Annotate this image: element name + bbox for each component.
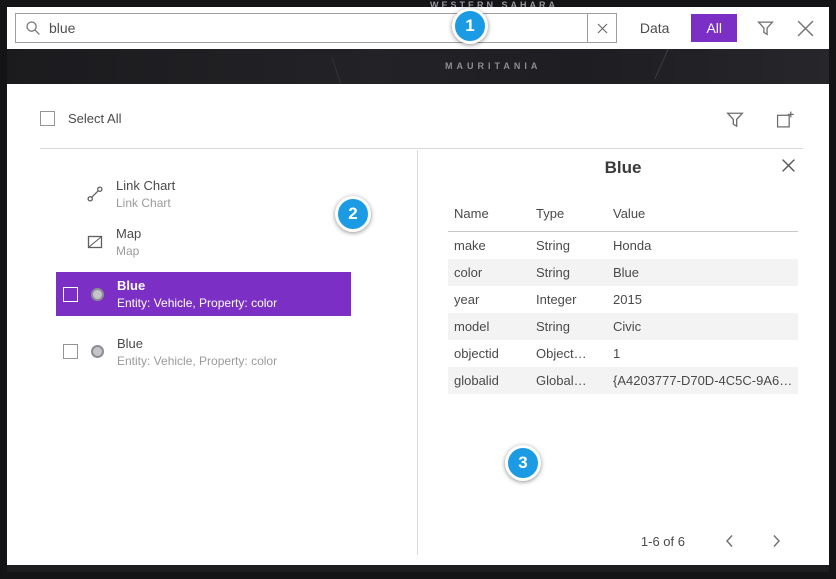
- search-icon: [25, 20, 41, 36]
- table-row: objectid Object… 1: [448, 340, 798, 367]
- map-background: [7, 49, 829, 84]
- close-search-button[interactable]: [794, 17, 817, 40]
- clear-icon: [597, 23, 608, 34]
- results-filter-button[interactable]: [724, 109, 746, 131]
- map-borderline: [654, 49, 729, 84]
- cell-name: globalid: [448, 367, 530, 394]
- select-all-control: Select All: [40, 111, 121, 126]
- select-all-checkbox[interactable]: [40, 111, 55, 126]
- filter-icon: [757, 20, 774, 37]
- search-box: [15, 13, 617, 43]
- list-item-texts: Map Map: [116, 226, 141, 258]
- table-row: model String Civic: [448, 313, 798, 340]
- detail-title: Blue: [448, 158, 798, 178]
- annotation-badge-1: 1: [452, 8, 488, 44]
- list-item-subtitle: Map: [116, 244, 141, 258]
- next-page-button[interactable]: [765, 531, 787, 551]
- filter-button[interactable]: [755, 18, 776, 39]
- list-item-texts: Blue Entity: Vehicle, Property: color: [117, 278, 277, 310]
- cell-type: Object…: [530, 340, 607, 367]
- clear-search-button[interactable]: [587, 14, 616, 42]
- cell-type: Integer: [530, 286, 607, 313]
- list-item-title: Map: [116, 226, 141, 242]
- cell-value: 2015: [607, 286, 798, 313]
- list-item-subtitle: Link Chart: [116, 196, 175, 210]
- panel-actions: [724, 108, 797, 131]
- search-input[interactable]: [49, 20, 587, 36]
- add-selection-button[interactable]: [774, 108, 797, 131]
- all-toggle-button[interactable]: All: [691, 14, 737, 42]
- search-toolbar: Data All: [7, 7, 829, 49]
- list-item-texts: Link Chart Link Chart: [116, 178, 175, 210]
- list-item-blue-selected[interactable]: Blue Entity: Vehicle, Property: color: [56, 272, 351, 316]
- table-row: color String Blue: [448, 259, 798, 286]
- item-checkbox[interactable]: [63, 287, 78, 302]
- table-row: make String Honda: [448, 232, 798, 260]
- list-item-subtitle: Entity: Vehicle, Property: color: [117, 296, 277, 310]
- table-row: year Integer 2015: [448, 286, 798, 313]
- select-all-label: Select All: [68, 111, 121, 126]
- search-results-panel: Select All: [7, 84, 829, 565]
- cell-value: Blue: [607, 259, 798, 286]
- list-item-link-chart[interactable]: Link Chart Link Chart: [56, 170, 351, 218]
- list-item-title: Link Chart: [116, 178, 175, 194]
- detail-panel: Blue Name Type Value make String Honda: [448, 158, 798, 394]
- cell-name: year: [448, 286, 530, 313]
- entity-circle-icon: [91, 345, 104, 358]
- properties-table: Name Type Value make String Honda color …: [448, 200, 798, 394]
- map-label-mauritania: MAURITANIA: [445, 61, 541, 71]
- cell-type: String: [530, 313, 607, 340]
- map-background-bottom: [7, 565, 829, 572]
- entity-circle-icon: [91, 288, 104, 301]
- list-item-title: Blue: [117, 278, 277, 294]
- pagination: 1-6 of 6: [641, 531, 787, 551]
- list-item-title: Blue: [117, 336, 277, 352]
- annotation-badge-3: 3: [505, 445, 541, 481]
- detail-close-button[interactable]: [779, 156, 798, 175]
- cell-name: objectid: [448, 340, 530, 367]
- cell-value: {A4203777-D70D-4C5C-9A65-C…: [607, 367, 798, 394]
- table-row: globalid Global… {A4203777-D70D-4C5C-9A6…: [448, 367, 798, 394]
- cell-type: Global…: [530, 367, 607, 394]
- results-list: Link Chart Link Chart Map Map Blue: [56, 170, 351, 374]
- cell-name: model: [448, 313, 530, 340]
- list-item-blue[interactable]: Blue Entity: Vehicle, Property: color: [56, 330, 351, 374]
- add-icon: [776, 110, 795, 129]
- data-toggle-button[interactable]: Data: [636, 16, 674, 40]
- close-icon: [796, 19, 815, 38]
- column-header-name: Name: [448, 200, 530, 232]
- close-icon: [781, 158, 796, 173]
- cell-value: 1: [607, 340, 798, 367]
- table-header-row: Name Type Value: [448, 200, 798, 232]
- search-toolbar-actions: Data All: [636, 14, 817, 42]
- cell-type: String: [530, 259, 607, 286]
- chevron-left-icon: [725, 533, 735, 549]
- list-detail-divider: [417, 150, 418, 555]
- map-borderline: [332, 49, 382, 84]
- cell-value: Honda: [607, 232, 798, 260]
- cell-name: color: [448, 259, 530, 286]
- list-item-map[interactable]: Map Map: [56, 218, 351, 266]
- link-chart-icon: [87, 186, 103, 202]
- list-item-subtitle: Entity: Vehicle, Property: color: [117, 354, 277, 368]
- cell-name: make: [448, 232, 530, 260]
- previous-page-button[interactable]: [719, 531, 741, 551]
- cell-type: String: [530, 232, 607, 260]
- pagination-label: 1-6 of 6: [641, 534, 685, 549]
- map-icon: [87, 234, 103, 250]
- column-header-value: Value: [607, 200, 798, 232]
- column-header-type: Type: [530, 200, 607, 232]
- header-divider: [40, 148, 803, 149]
- app-window: WESTERN SAHARA Data All: [0, 0, 836, 579]
- annotation-badge-2: 2: [335, 196, 371, 232]
- item-checkbox[interactable]: [63, 344, 78, 359]
- list-item-texts: Blue Entity: Vehicle, Property: color: [117, 336, 277, 368]
- cell-value: Civic: [607, 313, 798, 340]
- filter-icon: [726, 111, 744, 129]
- chevron-right-icon: [771, 533, 781, 549]
